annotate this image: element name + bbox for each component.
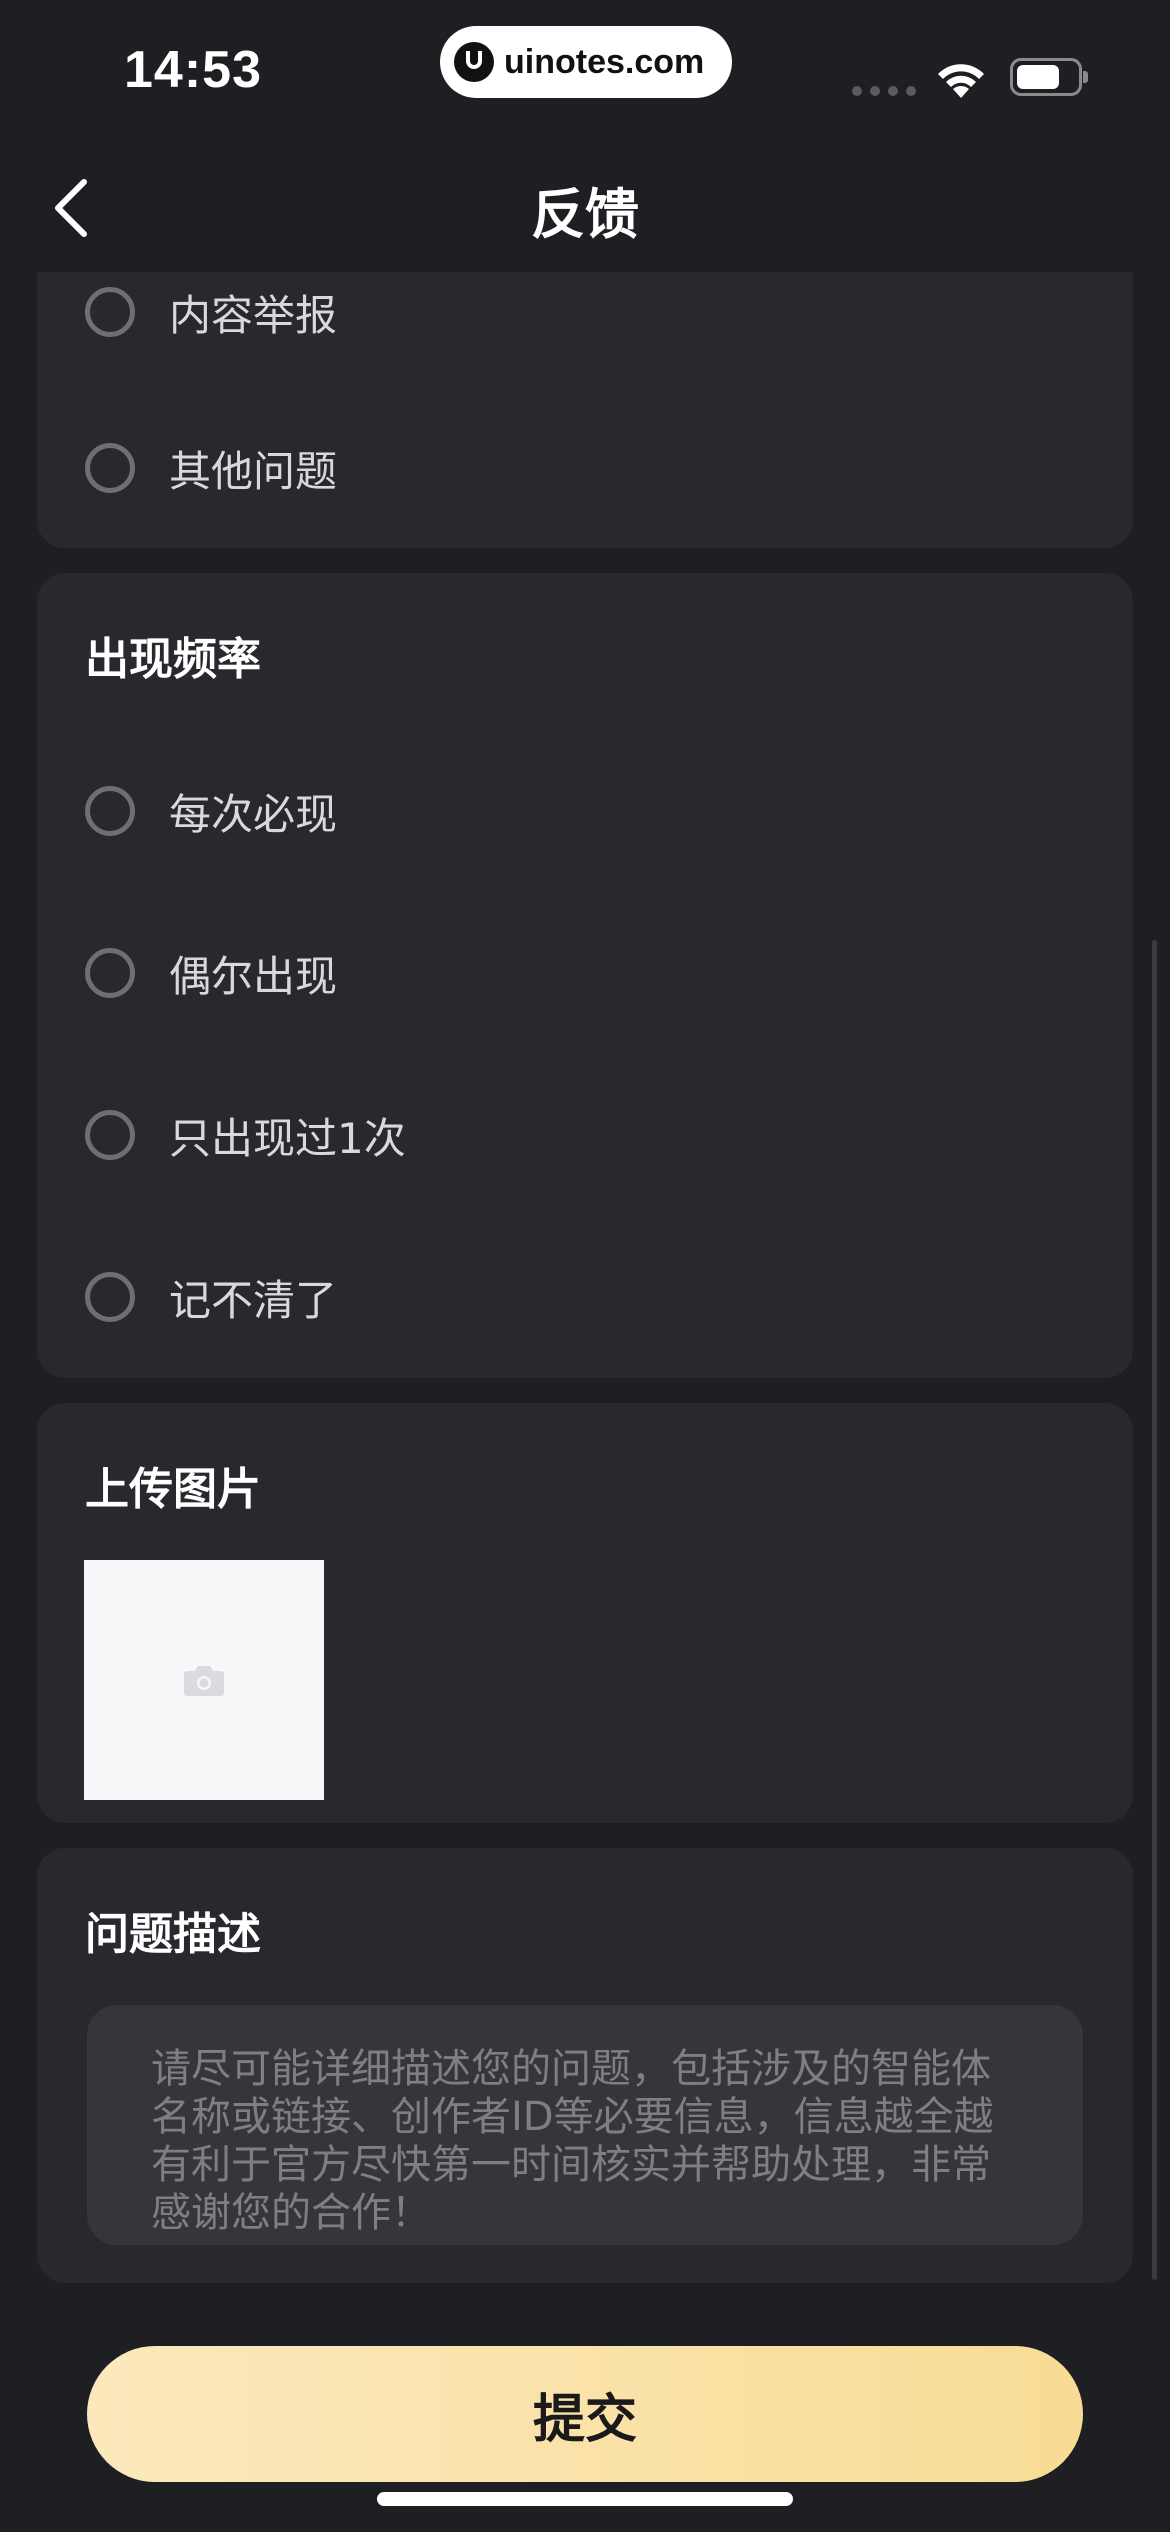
cellular-signal-icon bbox=[852, 86, 916, 96]
description-title: 问题描述 bbox=[85, 1909, 261, 1960]
option-not-remember[interactable]: 记不清了 bbox=[85, 1257, 337, 1337]
nav-bar: 反馈 bbox=[0, 140, 1170, 272]
submit-label: 提交 bbox=[532, 2389, 637, 2450]
radio-button[interactable] bbox=[85, 1272, 135, 1322]
description-placeholder: 请尽可能详细描述您的问题，包括涉及的智能体名称或链接、创作者ID等必要信息，信息… bbox=[151, 2046, 994, 2236]
status-time: 14:53 bbox=[124, 41, 262, 99]
option-label: 内容举报 bbox=[169, 290, 338, 340]
option-once[interactable]: 只出现过1次 bbox=[85, 1095, 406, 1175]
option-label: 每次必现 bbox=[169, 789, 338, 839]
page-title: 反馈 bbox=[531, 183, 639, 246]
radio-button[interactable] bbox=[85, 948, 135, 998]
option-always[interactable]: 每次必现 bbox=[85, 771, 337, 851]
description-card: 问题描述 请尽可能详细描述您的问题，包括涉及的智能体名称或链接、创作者ID等必要… bbox=[37, 1848, 1133, 2283]
frequency-card: 出现频率 每次必现 偶尔出现 只出现过1次 记不清了 bbox=[37, 573, 1133, 1378]
upload-card: 上传图片 bbox=[37, 1403, 1133, 1823]
upload-image-button[interactable] bbox=[84, 1560, 324, 1800]
radio-button[interactable] bbox=[85, 443, 135, 493]
status-bar: 14:53 uinotes.com bbox=[0, 0, 1170, 140]
option-label: 其他问题 bbox=[169, 446, 338, 496]
submit-button[interactable]: 提交 bbox=[87, 2346, 1083, 2482]
radio-button[interactable] bbox=[85, 786, 135, 836]
watermark-badge: uinotes.com bbox=[440, 26, 732, 98]
radio-button[interactable] bbox=[85, 1110, 135, 1160]
option-other-issue[interactable]: 其他问题 bbox=[85, 428, 337, 508]
home-indicator[interactable] bbox=[377, 2492, 793, 2506]
scrollbar[interactable] bbox=[1152, 940, 1157, 2280]
watermark-text: uinotes.com bbox=[504, 42, 705, 81]
description-textarea[interactable]: 请尽可能详细描述您的问题，包括涉及的智能体名称或链接、创作者ID等必要信息，信息… bbox=[87, 2005, 1083, 2245]
wifi-icon bbox=[938, 64, 984, 98]
battery-icon bbox=[1010, 58, 1088, 96]
problem-type-card: 内容举报 其他问题 bbox=[37, 272, 1133, 548]
option-label: 记不清了 bbox=[169, 1275, 338, 1325]
uinotes-logo-icon bbox=[454, 42, 494, 82]
option-occasionally[interactable]: 偶尔出现 bbox=[85, 933, 337, 1013]
radio-button[interactable] bbox=[85, 287, 135, 337]
camera-icon bbox=[184, 1666, 224, 1696]
option-content-report[interactable]: 内容举报 bbox=[85, 272, 337, 352]
option-label: 只出现过1次 bbox=[169, 1113, 406, 1163]
frequency-title: 出现频率 bbox=[85, 634, 261, 685]
option-label: 偶尔出现 bbox=[169, 951, 338, 1001]
upload-title: 上传图片 bbox=[85, 1464, 261, 1515]
